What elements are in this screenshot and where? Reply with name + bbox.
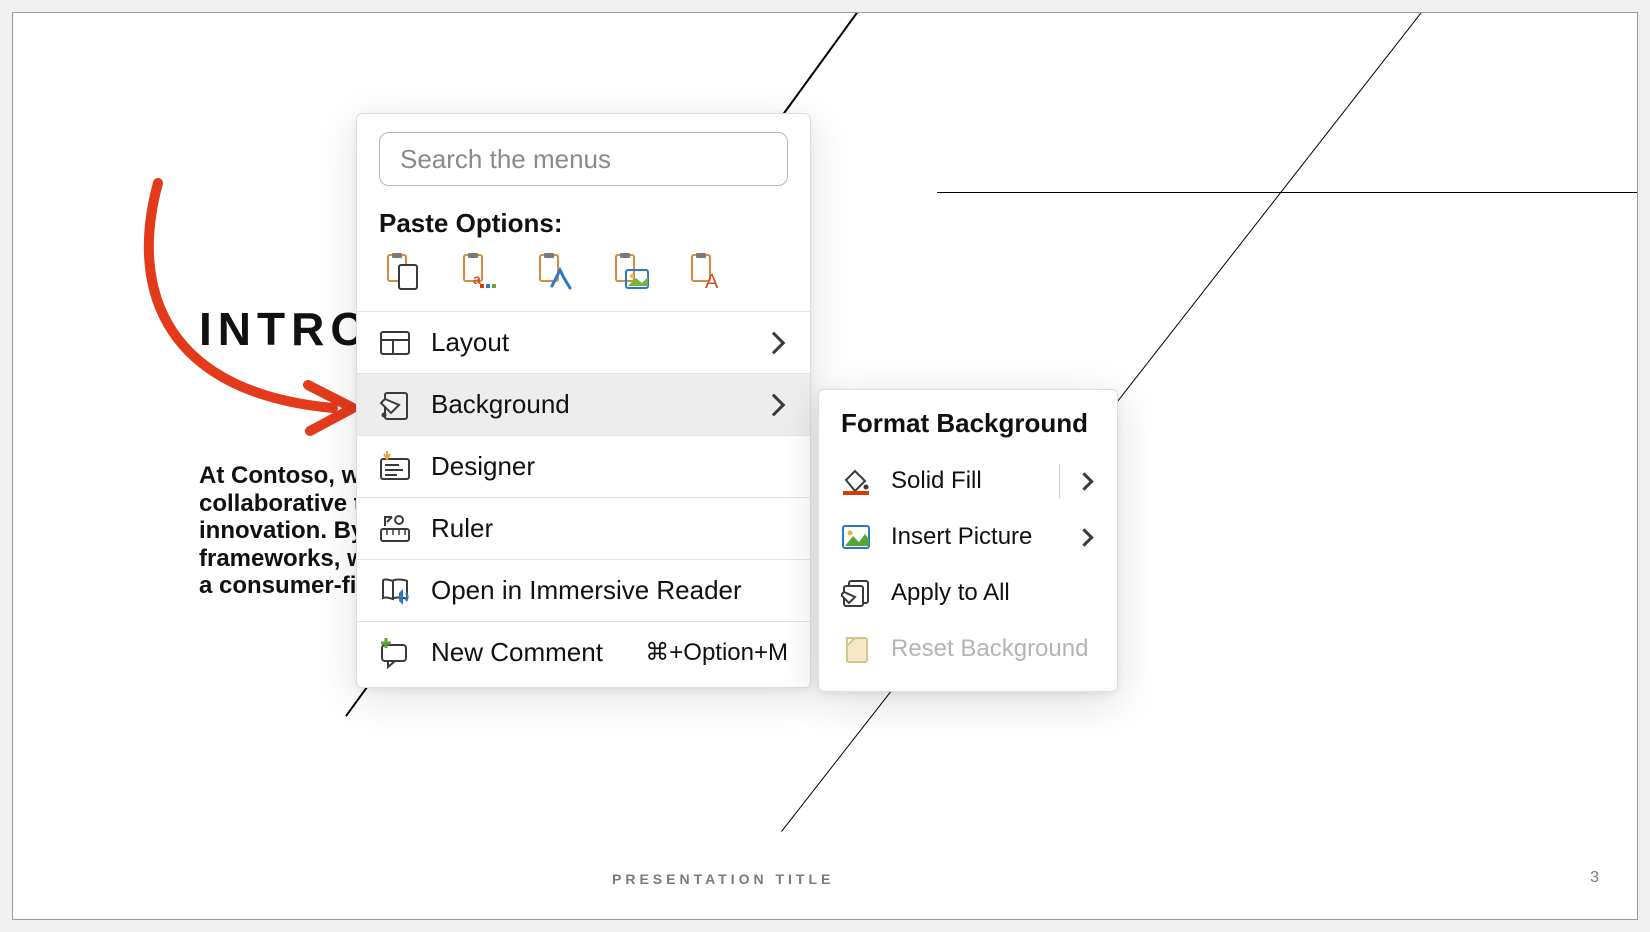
menu-item-label: Background xyxy=(431,389,766,420)
paste-text-only-icon[interactable]: A xyxy=(683,251,729,293)
slide-footer-title: PRESENTATION TITLE xyxy=(612,871,834,887)
menu-item-layout[interactable]: Layout xyxy=(357,311,810,373)
menu-item-background[interactable]: Background xyxy=(357,373,810,435)
menu-item-label: Ruler xyxy=(431,513,788,544)
menu-item-label: Layout xyxy=(431,327,766,358)
format-background-icon xyxy=(379,389,411,421)
decorative-horizontal-line xyxy=(937,192,1637,193)
menu-item-immersive-reader[interactable]: Open in Immersive Reader xyxy=(357,559,810,621)
menu-search-input[interactable] xyxy=(379,132,788,186)
paste-as-picture-keep-formatting-icon[interactable] xyxy=(531,251,577,293)
immersive-reader-icon xyxy=(379,575,411,607)
paste-use-destination-theme-icon[interactable]: a xyxy=(455,251,501,293)
menu-item-new-comment[interactable]: New Comment ⌘+Option+M xyxy=(357,621,810,683)
submenu-item-label: Insert Picture xyxy=(891,523,1078,551)
ruler-icon xyxy=(379,513,411,545)
chevron-right-icon xyxy=(1075,472,1093,490)
paste-options-label: Paste Options: xyxy=(379,208,810,239)
chevron-right-icon xyxy=(1075,528,1093,546)
submenu-item-label: Reset Background xyxy=(891,635,1095,663)
paint-bucket-icon xyxy=(841,466,871,496)
divider xyxy=(1059,464,1060,498)
submenu-item-reset-background: Reset Background xyxy=(819,621,1117,677)
submenu-item-solid-fill[interactable]: Solid Fill xyxy=(819,453,1117,509)
submenu-item-label: Solid Fill xyxy=(891,467,1049,495)
svg-text:a: a xyxy=(473,271,481,287)
reset-background-icon xyxy=(841,634,871,664)
svg-text:A: A xyxy=(705,271,719,292)
menu-item-label: New Comment xyxy=(431,637,633,668)
slide-canvas[interactable]: INTRODU At Contoso, we e collaborative t… xyxy=(12,12,1638,920)
submenu-item-label: Apply to All xyxy=(891,579,1095,607)
menu-item-label: Open in Immersive Reader xyxy=(431,575,788,606)
chevron-right-icon xyxy=(763,331,786,354)
picture-icon xyxy=(841,522,871,552)
designer-icon xyxy=(379,451,411,483)
background-submenu: Format Background Solid Fill Insert Pict… xyxy=(818,389,1118,692)
paste-keep-source-icon[interactable] xyxy=(379,251,425,293)
submenu-item-apply-to-all[interactable]: Apply to All xyxy=(819,565,1117,621)
context-menu: Paste Options: a A xyxy=(356,113,811,688)
slide-page-number: 3 xyxy=(1590,869,1599,887)
layout-icon xyxy=(379,327,411,359)
menu-item-label: Designer xyxy=(431,451,788,482)
paste-picture-icon[interactable] xyxy=(607,251,653,293)
chevron-right-icon xyxy=(763,393,786,416)
menu-item-shortcut: ⌘+Option+M xyxy=(645,638,788,667)
submenu-title: Format Background xyxy=(819,406,1117,453)
submenu-item-insert-picture[interactable]: Insert Picture xyxy=(819,509,1117,565)
apply-to-all-icon xyxy=(841,578,871,608)
menu-item-designer[interactable]: Designer xyxy=(357,435,810,497)
menu-item-ruler[interactable]: Ruler xyxy=(357,497,810,559)
paste-options-row: a A xyxy=(357,251,810,311)
new-comment-icon xyxy=(379,637,411,669)
